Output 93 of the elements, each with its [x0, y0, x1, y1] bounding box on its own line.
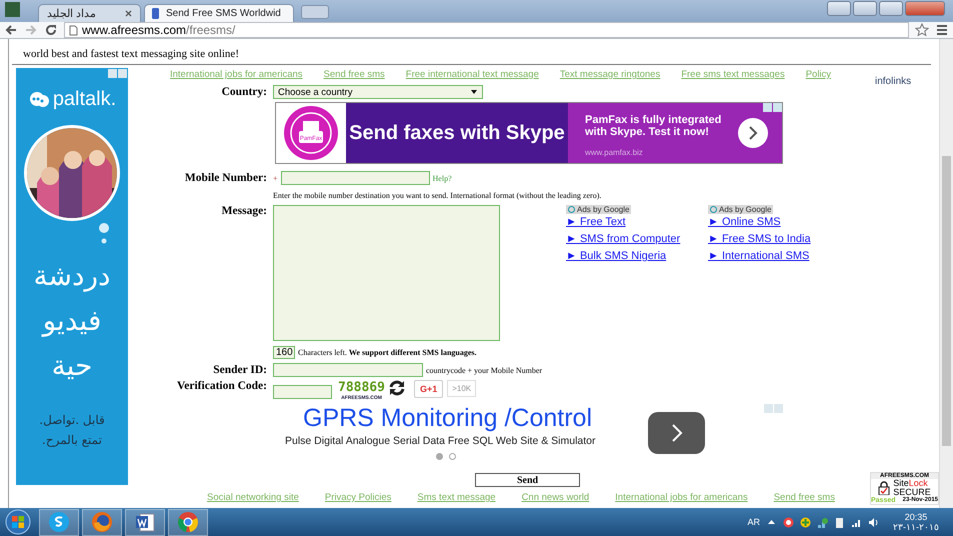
app-icon[interactable]	[5, 2, 20, 16]
scroll-thumb[interactable]	[942, 156, 951, 446]
ad-headline: حية	[50, 348, 94, 384]
ad-link[interactable]: ► SMS from Computer	[566, 231, 680, 248]
address-bar[interactable]: www.afreesms.com/freesms/	[64, 22, 909, 38]
firefox-icon	[91, 511, 113, 533]
field-label: Verification Code:	[176, 380, 267, 392]
field-hint: countrycode + your Mobile Number	[426, 366, 542, 375]
field-label: Mobile Number:	[184, 172, 267, 184]
taskbar-app[interactable]	[168, 508, 208, 536]
skype-icon	[48, 511, 70, 533]
close-button[interactable]	[905, 1, 945, 16]
tab-title: مداد الجليد	[47, 7, 96, 20]
taskbar-app[interactable]	[125, 508, 165, 536]
language-indicator[interactable]: AR	[747, 517, 760, 527]
sender-id-field[interactable]	[273, 363, 423, 378]
text-ad[interactable]: GPRS Monitoring /Control Pulse Digital Analogue Serial Data Free SQL Web Site & Simulator	[283, 404, 783, 466]
clock-time[interactable]: 20:35	[904, 512, 928, 522]
dots-drawing	[98, 223, 110, 245]
message-field[interactable]	[273, 205, 500, 342]
volume-icon[interactable]	[868, 516, 879, 528]
badge-brand: SiteLock	[893, 479, 929, 488]
ads-badge[interactable]: Ads by Google	[708, 205, 774, 214]
refresh-icon[interactable]	[388, 380, 406, 396]
ad-headline: دردشة	[34, 258, 110, 294]
counter-text: Characters left. We support different SMS languages.	[298, 348, 477, 358]
ad-link[interactable]: ► International SMS	[708, 248, 810, 266]
network-icon[interactable]	[817, 516, 828, 528]
ad-tagline: .تمتع بالمرح	[41, 432, 103, 449]
browser-tab[interactable]: مداد الجليد	[38, 4, 141, 22]
character-counter: 160	[273, 346, 295, 360]
minimize-button[interactable]	[853, 1, 877, 16]
plus-sign: +	[273, 174, 278, 183]
ad-link[interactable]: ► Free SMS to India	[708, 231, 811, 248]
ad-tagline: .قابل .تواصل	[39, 412, 105, 429]
document-icon	[134, 511, 156, 533]
ad-body: PamFax is fully integrated with Skype. Test it now!	[585, 114, 722, 138]
send-button[interactable]: Send	[475, 473, 580, 488]
ad-link[interactable]: ► Free Text	[566, 214, 626, 232]
clock-date[interactable]: ٢٠١٥-١١-٢٣	[893, 522, 939, 532]
chevron-icon	[748, 126, 758, 140]
phone-icon	[150, 8, 161, 19]
forward-icon[interactable]	[24, 23, 38, 37]
url-text: www.afreesms.com/freesms/	[82, 23, 236, 37]
chat-bubbles-icon	[28, 90, 50, 108]
badge-text: Ads by Google	[719, 205, 772, 214]
field-label: Message:	[220, 205, 267, 218]
ads-badge[interactable]: Ads by Google	[566, 205, 632, 214]
tray-icon[interactable]	[800, 516, 811, 528]
ad-link[interactable]: ► Bulk SMS Nigeria	[566, 248, 666, 266]
page-icon	[69, 24, 78, 36]
maximize-button[interactable]	[879, 1, 903, 16]
brand-name: paltalk.	[52, 88, 116, 111]
ad-body: Pulse Digital Analogue Serial Data Free SQL Web Site & Simulator	[285, 435, 596, 448]
tab-title: Send Free SMS Worldwid	[166, 8, 281, 19]
chrome-icon	[177, 511, 199, 533]
scrollbar[interactable]	[939, 39, 953, 508]
chevron-icon	[670, 423, 682, 444]
next-button[interactable]	[648, 412, 705, 454]
menu-icon[interactable]	[935, 23, 949, 37]
user-button[interactable]	[827, 1, 851, 16]
taskbar-app[interactable]	[82, 508, 122, 536]
slide-dot[interactable]	[436, 453, 443, 460]
next-button[interactable]	[738, 118, 768, 148]
badge-text: Ads by Google	[577, 205, 630, 214]
field-label: Country:	[220, 86, 267, 98]
slide-dot[interactable]	[449, 453, 456, 460]
ad-link[interactable]: ► Online SMS	[708, 214, 781, 232]
start-button[interactable]	[3, 509, 33, 535]
country-dropdown[interactable]: Choose a country	[273, 85, 483, 99]
mobile-number-field[interactable]	[280, 171, 430, 186]
padlock-icon	[878, 481, 890, 495]
plus-one-button[interactable]: G+1	[414, 380, 444, 398]
share-count: >10K	[447, 380, 476, 398]
back-icon[interactable]	[4, 23, 18, 37]
badge-secure: SECURE	[893, 488, 931, 497]
verification-field[interactable]	[273, 385, 332, 400]
field-label: Sender ID:	[212, 364, 267, 376]
caret-icon	[470, 89, 478, 95]
tray-icon[interactable]	[783, 516, 794, 528]
ad-headline: Send faxes with Skype	[346, 103, 568, 164]
field-hint: Enter the mobile number destination you want to send. International format (without the leading zero).	[273, 191, 602, 200]
intro-text: world best and fastest text messaging site online!	[23, 48, 240, 60]
ad-headline: فيديو	[40, 303, 102, 339]
help-link[interactable]: Help?	[432, 174, 452, 183]
infolinks-logo[interactable]: infolinks	[875, 76, 912, 87]
browser-tab[interactable]: Send Free SMS Worldwid	[144, 4, 294, 22]
ad-url: www.pamfax.biz	[585, 148, 644, 157]
reload-icon[interactable]	[44, 23, 58, 37]
taskbar-app[interactable]	[39, 508, 79, 536]
star-icon[interactable]	[915, 23, 929, 37]
new-tab-button[interactable]	[301, 5, 329, 19]
ad-title: GPRS Monitoring /Control	[303, 404, 592, 434]
